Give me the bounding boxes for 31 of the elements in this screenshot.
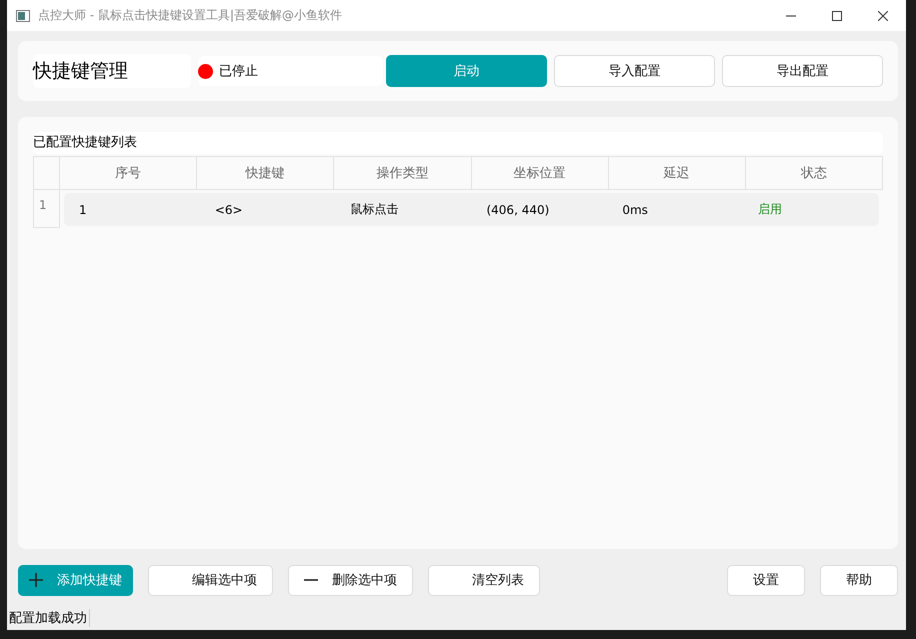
column-header: 操作类型 bbox=[334, 156, 472, 190]
app-icon bbox=[16, 10, 30, 22]
status-cell-text: 启用 bbox=[757, 201, 784, 218]
table-title: 已配置快捷键列表 bbox=[33, 132, 883, 154]
maximize-icon[interactable] bbox=[832, 10, 842, 20]
table-cell-text: 鼠标点击 bbox=[350, 201, 400, 218]
column-header: 快捷键 bbox=[197, 156, 334, 190]
window-title: 点控大师 - 鼠标点击快捷键设置工具|吾爱破解@小鱼软件 bbox=[38, 7, 342, 24]
close-icon[interactable] bbox=[878, 10, 888, 20]
table-row[interactable]: 1 <6> 鼠标点击 (406, 440) 0ms 启用 bbox=[64, 193, 879, 226]
table-corner bbox=[33, 156, 60, 190]
column-header: 坐标位置 bbox=[472, 156, 609, 190]
row-number: 1 bbox=[33, 190, 60, 228]
plus-icon bbox=[29, 573, 43, 587]
action-button[interactable]: 设置 bbox=[727, 564, 805, 596]
status-bar: 配置加载成功 bbox=[9, 609, 90, 627]
table-cell-text: <6> bbox=[214, 202, 244, 216]
status-label: 已停止 bbox=[219, 63, 258, 80]
table-cell-text: (406, 440) bbox=[485, 202, 550, 216]
header-button[interactable]: 导出配置 bbox=[722, 55, 883, 87]
action-button[interactable]: 帮助 bbox=[820, 564, 898, 596]
column-header: 序号 bbox=[60, 156, 198, 190]
action-button[interactable]: 删除选中项 bbox=[288, 564, 413, 596]
table-cell-text: 1 bbox=[78, 202, 88, 216]
column-header: 状态 bbox=[746, 156, 883, 190]
action-button[interactable]: 清空列表 bbox=[428, 564, 540, 596]
header-button[interactable]: 导入配置 bbox=[554, 55, 715, 87]
table-cell-text: 0ms bbox=[621, 202, 649, 216]
column-header: 延迟 bbox=[608, 156, 746, 190]
action-button[interactable]: 编辑选中项 bbox=[148, 564, 273, 596]
page-title: 快捷键管理 bbox=[33, 54, 191, 88]
